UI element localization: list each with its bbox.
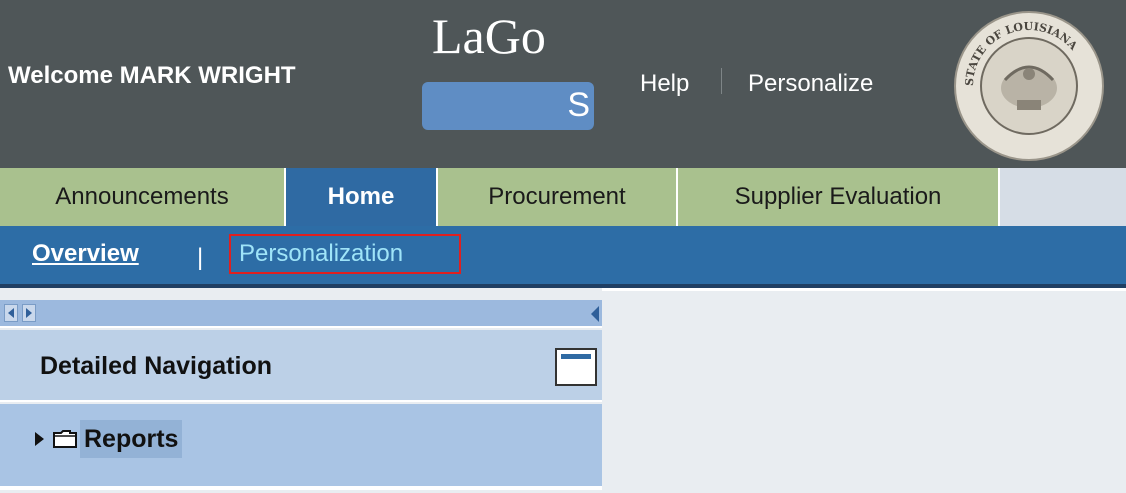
detailed-navigation-header: Detailed Navigation bbox=[0, 330, 602, 402]
tab-procurement-label: Procurement bbox=[488, 183, 626, 210]
lagov-logo-text: LaGo bbox=[432, 8, 546, 64]
lagov-logo-bar-text: S bbox=[567, 86, 590, 124]
tab-announcements[interactable]: Announcements bbox=[0, 168, 286, 226]
tab-supplier-evaluation[interactable]: Supplier Evaluation bbox=[678, 168, 1000, 226]
panel-scroll-strip bbox=[0, 300, 602, 328]
sub-navigation-bar bbox=[0, 226, 1126, 284]
help-link[interactable]: Help bbox=[640, 70, 689, 98]
scroll-left-button[interactable] bbox=[4, 304, 18, 322]
detailed-navigation-tree: Reports bbox=[0, 404, 602, 490]
state-seal-logo: STATE OF LOUISIANA bbox=[954, 11, 1104, 161]
collapse-panel-icon[interactable] bbox=[590, 306, 600, 322]
tree-item-reports[interactable]: Reports bbox=[34, 420, 183, 458]
arrow-left-icon bbox=[8, 308, 14, 318]
scroll-right-button[interactable] bbox=[22, 304, 36, 322]
tree-item-reports-label: Reports bbox=[80, 420, 183, 458]
minimize-button[interactable] bbox=[555, 348, 597, 386]
detailed-navigation-title: Detailed Navigation bbox=[40, 352, 272, 380]
content-area bbox=[602, 292, 1126, 493]
main-tab-bar: Announcements Home Procurement Supplier … bbox=[0, 168, 1126, 226]
welcome-message: Welcome MARK WRIGHT bbox=[8, 62, 296, 89]
expand-arrow-icon[interactable] bbox=[34, 431, 46, 447]
detailed-navigation-panel: Detailed Navigation Reports bbox=[0, 300, 602, 493]
tab-supplier-evaluation-label: Supplier Evaluation bbox=[734, 183, 942, 210]
content-top-border bbox=[602, 288, 1126, 291]
tab-home-label: Home bbox=[327, 183, 395, 210]
folder-icon bbox=[53, 430, 77, 448]
header-divider bbox=[721, 68, 722, 94]
tab-procurement[interactable]: Procurement bbox=[438, 168, 678, 226]
tab-announcements-label: Announcements bbox=[55, 183, 229, 210]
subnav-overview-link[interactable]: Overview bbox=[32, 240, 139, 268]
lagov-logo-bar: S bbox=[422, 82, 594, 130]
minimize-icon bbox=[561, 354, 591, 359]
header-bar: Welcome MARK WRIGHT LaGo S Help Personal… bbox=[0, 0, 1126, 168]
tab-home[interactable]: Home bbox=[286, 168, 438, 226]
personalize-link[interactable]: Personalize bbox=[748, 70, 873, 98]
subnav-personalization-link[interactable]: Personalization bbox=[229, 234, 461, 274]
arrow-right-icon bbox=[26, 308, 32, 318]
subnav-separator: | bbox=[197, 244, 204, 271]
